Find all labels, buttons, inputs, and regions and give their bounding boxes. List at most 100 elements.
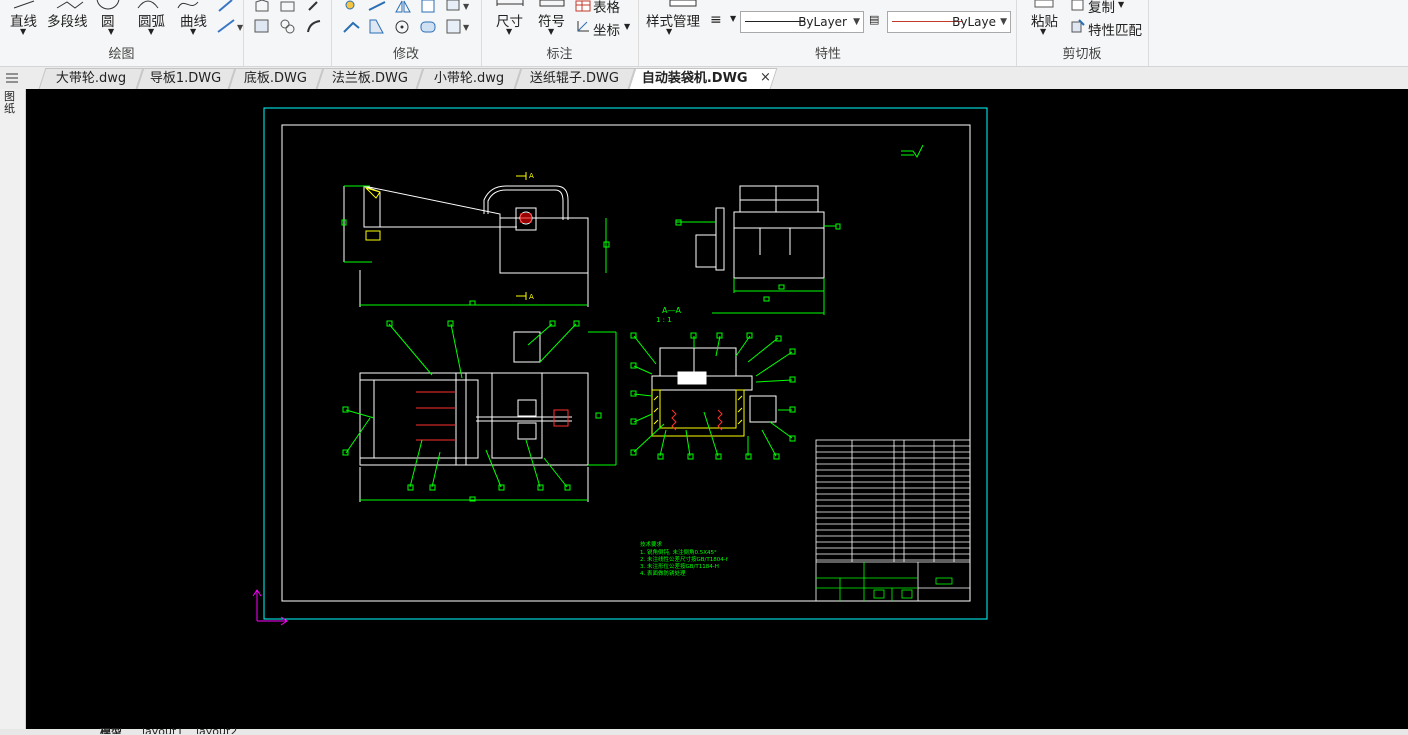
pencil-icon[interactable] [216, 0, 236, 12]
side-panel-label[interactable]: 图纸 [4, 91, 18, 115]
polyline-icon [56, 1, 84, 9]
section-view-springs [671, 409, 723, 431]
copy-button[interactable]: 复制 [1088, 0, 1115, 16]
clipboard-group: 粘贴 ▼ 复制 ▼ 特性匹配 剪切板 [1016, 0, 1149, 66]
title-block [816, 562, 953, 601]
tab-large-pulley[interactable]: 大带轮.dwg [38, 68, 144, 89]
dropdown-caret-icon[interactable]: ▼ [108, 27, 114, 36]
dropdown-caret-icon[interactable]: ▼ [506, 27, 512, 36]
top-view-leaders [342, 320, 617, 502]
line-icon [13, 0, 35, 9]
dropdown-caret-icon[interactable]: ▼ [1040, 27, 1046, 36]
tab-model[interactable]: 模型 [100, 728, 122, 734]
polyline-button[interactable]: 多段线 [47, 10, 88, 30]
hatch-icon[interactable] [253, 18, 271, 34]
tab-small-pulley[interactable]: 小带轮.dwg [416, 68, 522, 89]
close-icon[interactable]: × [760, 70, 771, 85]
dropdown-caret-icon[interactable]: ▼ [1118, 0, 1124, 9]
wipeout-icon[interactable] [305, 18, 323, 34]
style-manager-button[interactable]: 样式管理 [646, 10, 700, 30]
construction-line-icon[interactable]: ▼ [216, 18, 246, 34]
arc-icon [137, 0, 159, 9]
tab-auto-bagging-machine[interactable]: 自动装袋机.DWG [628, 68, 778, 89]
dropdown-caret-icon[interactable]: ▼ [548, 27, 554, 36]
dropdown-caret-icon[interactable]: ▼ [730, 14, 736, 23]
document-tab-bar: 大带轮.dwg 导板1.DWG 底板.DWG 法兰板.DWG 小带轮.dwg 送… [0, 67, 1408, 90]
properties-group-title: 特性 [814, 47, 841, 62]
linetype-value: ByLayer [798, 15, 847, 29]
tab-label: 导板1.DWG [150, 71, 222, 86]
tab-label: 小带轮.dwg [433, 71, 504, 86]
ribbon: 直线 多段线 圆 圆弧 曲线 ▼ ▼ ▼ ▼ ▼ 绘图 ▼ ▼ 修改 尺寸 ▼ … [0, 0, 1408, 67]
menu-icon[interactable] [4, 71, 20, 85]
draw-group: 直线 多段线 圆 圆弧 曲线 ▼ ▼ ▼ ▼ ▼ 绘图 [0, 0, 244, 66]
tab-label: 送纸辊子.DWG [530, 71, 620, 86]
match-properties-button[interactable]: 特性匹配 [1088, 19, 1142, 39]
tab-label: 自动装袋机.DWG [641, 71, 748, 86]
tab-flange-plate[interactable]: 法兰板.DWG [316, 68, 424, 89]
symbol-icon [539, 0, 565, 7]
tech-notes-title: 技术要求 [640, 540, 663, 548]
coordinate-icon [577, 21, 589, 32]
trim-icon[interactable] [419, 18, 441, 36]
dropdown-caret-icon[interactable]: ▼ [20, 27, 26, 36]
tab-layout1[interactable]: layout1 [142, 728, 183, 734]
tab-label: 大带轮.dwg [55, 71, 126, 86]
tab-layout2[interactable]: layout2 [196, 728, 237, 734]
array-icon[interactable]: ▼ [445, 0, 475, 14]
tab-feed-roller[interactable]: 送纸辊子.DWG [514, 68, 636, 89]
modify-group: ▼ ▼ 修改 [331, 0, 482, 66]
coordinate-button[interactable]: 坐标 [593, 19, 620, 39]
curve-icon [177, 1, 199, 9]
boundary-icon[interactable] [279, 18, 297, 34]
section-view-label: A—A [662, 306, 681, 315]
tech-note-line: 2. 未注线性公差尺寸按GB/T1804-f [640, 555, 729, 563]
tab-guide-plate[interactable]: 导板1.DWG [136, 68, 236, 89]
properties-group: 样式管理 ▼ ≡ ▼ ByLayer ▼ ▤ ByLaye ▼ 特性 [638, 0, 1017, 66]
lineweight-icon[interactable]: ≡ [710, 12, 722, 28]
dropdown-caret-icon[interactable]: ▼ [666, 27, 672, 36]
scale-icon[interactable] [341, 18, 363, 36]
stretch-icon[interactable] [367, 18, 389, 36]
section-view [651, 347, 777, 423]
draw-extra-group [243, 0, 332, 66]
linetype-select[interactable]: ByLayer ▼ [740, 11, 864, 33]
paste-icon [1034, 0, 1054, 8]
modify-group-title: 修改 [392, 47, 419, 62]
cad-drawing[interactable]: A A A—A 1: 1 技术要求 1. 锐角倒钝, 未注倒角0.5X45° … [26, 89, 1408, 729]
tech-note-line: 3. 未注形位公差按GB/T1184-H [640, 562, 719, 570]
hatch-pattern-icon[interactable]: ▤ [869, 13, 879, 26]
section-mark-top: A [529, 172, 534, 180]
rectangle-icon[interactable] [253, 0, 271, 12]
svg-text:▼: ▼ [463, 23, 470, 32]
region-icon[interactable] [279, 0, 297, 12]
table-button[interactable]: 表格 [593, 0, 620, 16]
tab-base-plate[interactable]: 底板.DWG [228, 68, 324, 89]
style-manager-icon [669, 0, 697, 7]
rotate-icon[interactable] [393, 18, 415, 36]
copy-icon[interactable] [367, 0, 387, 14]
dropdown-caret-icon[interactable]: ▼ [190, 27, 196, 36]
draw-group-title: 绘图 [108, 47, 135, 62]
point-icon[interactable] [305, 0, 323, 12]
mirror-icon[interactable] [393, 0, 413, 14]
dimension-icon [496, 0, 524, 6]
parts-list-table [815, 439, 971, 602]
front-view [343, 185, 589, 307]
dropdown-caret-icon[interactable]: ▼ [148, 27, 154, 36]
tab-label: 底板.DWG [244, 71, 308, 86]
offset-icon[interactable] [419, 0, 439, 14]
drawing-canvas[interactable]: A A A—A 1: 1 技术要求 1. 锐角倒钝, 未注倒角0.5X45° … [26, 89, 1408, 729]
move-icon[interactable] [341, 0, 361, 14]
dropdown-caret-icon[interactable]: ▼ [624, 22, 630, 31]
front-view-dimensions [341, 185, 610, 306]
section-mark-bottom: A [529, 293, 534, 301]
left-side-panel: 图纸 [0, 89, 26, 735]
color-value: ByLaye [952, 15, 996, 29]
explode-icon[interactable]: ▼ [445, 18, 475, 36]
layout-tab-bar: 模型 layout1 layout2 [0, 728, 1408, 735]
annotate-group-title: 标注 [546, 47, 573, 62]
color-select[interactable]: ByLaye ▼ [887, 11, 1011, 33]
match-properties-icon [1071, 19, 1085, 33]
technical-notes: 技术要求 1. 锐角倒钝, 未注倒角0.5X45° 2. 未注线性公差尺寸按GB… [640, 540, 729, 577]
